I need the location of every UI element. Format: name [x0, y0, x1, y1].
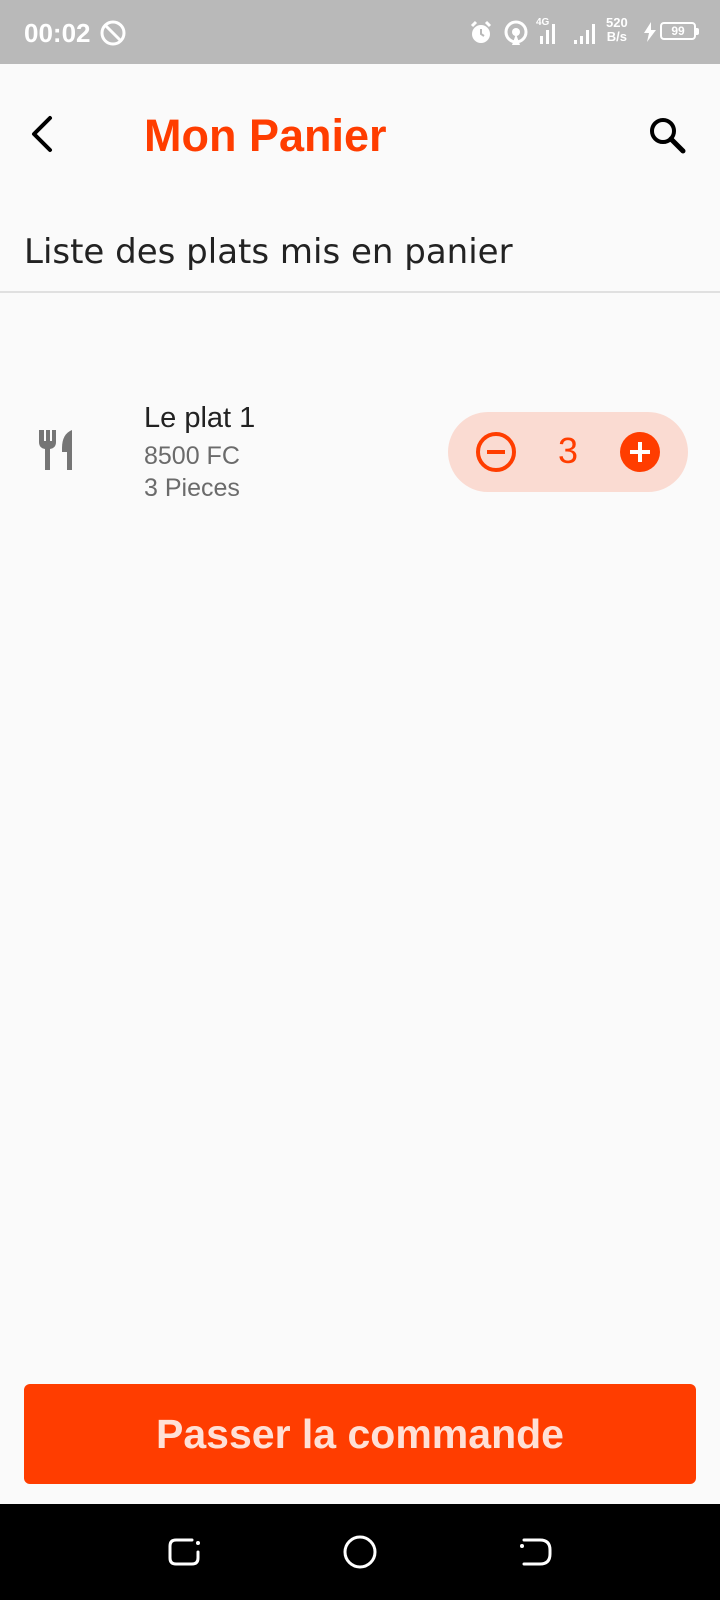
decrease-quantity-button[interactable]	[474, 430, 518, 474]
item-price: 8500 FC	[144, 442, 240, 470]
status-time: 00:02	[24, 18, 91, 48]
home-button[interactable]	[340, 1532, 380, 1572]
item-pieces: 3 Pieces	[144, 474, 240, 502]
network-speed: 520 B/s	[606, 16, 628, 44]
plus-circle-icon	[620, 432, 660, 472]
increase-quantity-button[interactable]	[618, 430, 662, 474]
alarm-icon	[470, 20, 492, 43]
cart-item: Le plat 1 8500 FC 3 Pieces 3	[0, 388, 720, 518]
quantity-stepper: 3	[448, 412, 688, 492]
network-type-label: 4G	[536, 17, 550, 28]
system-back-button[interactable]	[516, 1532, 556, 1572]
back-icon	[522, 1538, 552, 1566]
section-title: Liste des plats mis en panier	[24, 232, 513, 272]
battery-icon: 99	[660, 22, 699, 40]
signal-icon	[574, 24, 595, 44]
network-speed-value: 520	[606, 15, 628, 30]
divider	[0, 291, 720, 293]
minus-circle-icon	[476, 432, 516, 472]
home-icon	[343, 1535, 377, 1569]
recents-icon	[168, 1538, 200, 1566]
hotspot-icon	[504, 20, 528, 45]
chevron-left-icon	[32, 116, 52, 152]
back-button[interactable]	[24, 112, 64, 156]
status-bar: 00:02 4G 520 B/s 99	[0, 0, 720, 64]
charging-icon	[644, 22, 656, 42]
do-not-disturb-icon	[100, 20, 126, 46]
quantity-value: 3	[557, 430, 579, 471]
system-nav-bar	[0, 1504, 720, 1600]
place-order-button[interactable]: Passer la commande	[24, 1384, 696, 1484]
item-name: Le plat 1	[144, 402, 256, 434]
page-title: Mon Panier	[144, 110, 387, 161]
signal-icon: 4G	[536, 17, 555, 44]
app-bar: Mon Panier	[0, 64, 720, 214]
recents-button[interactable]	[164, 1532, 204, 1572]
search-button[interactable]	[648, 116, 688, 156]
search-icon	[650, 118, 686, 154]
utensils-icon	[39, 430, 72, 470]
network-speed-unit: B/s	[606, 29, 627, 44]
